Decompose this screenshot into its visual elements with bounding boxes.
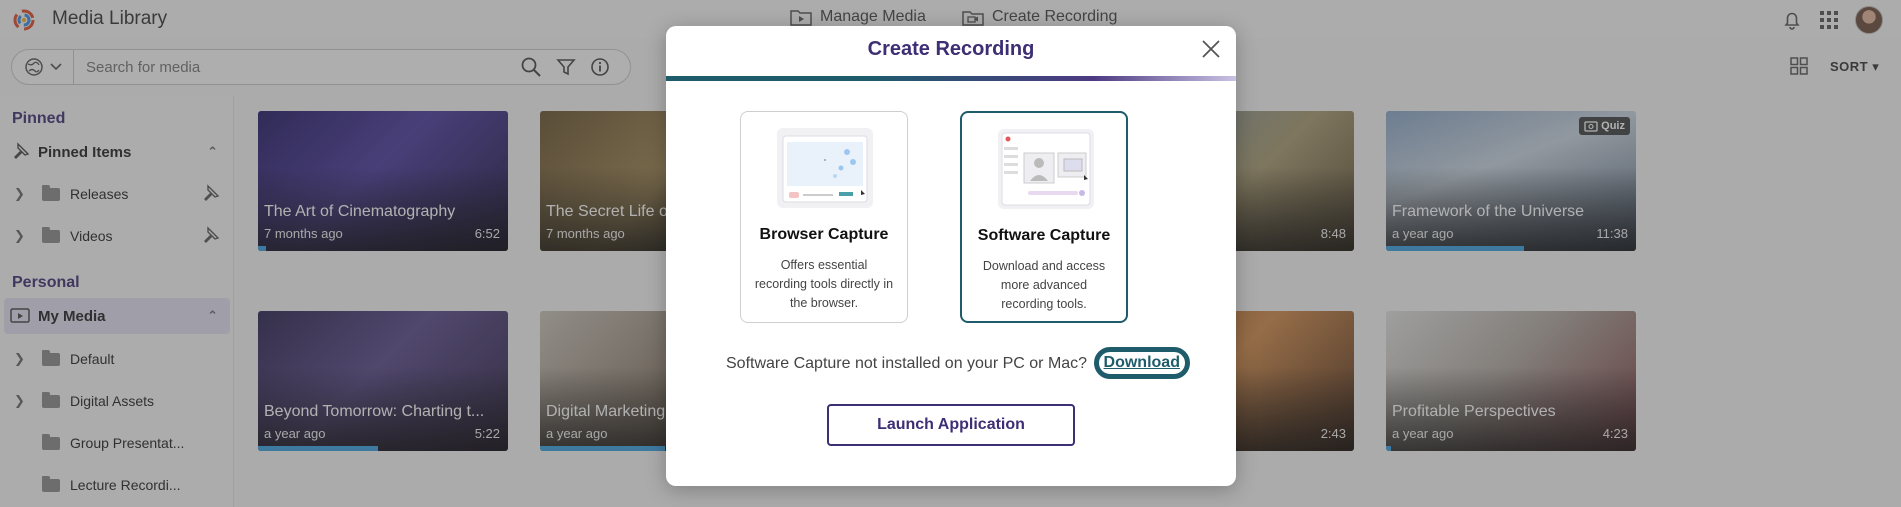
dialog-title: Create Recording: [867, 38, 1035, 60]
software-not-installed-notice: Software Capture not installed on your P…: [726, 347, 1190, 380]
notice-text: Software Capture not installed on your P…: [726, 355, 1088, 372]
download-link[interactable]: Download: [1093, 347, 1190, 379]
browser-capture-option[interactable]: Browser Capture Offers essential recordi…: [740, 111, 908, 323]
option-title: Software Capture: [977, 227, 1111, 244]
dialog-header-rule: [666, 76, 1236, 81]
option-title: Browser Capture: [759, 226, 889, 243]
close-icon[interactable]: [1200, 38, 1222, 60]
browser-capture-illustration: [777, 128, 873, 208]
software-capture-option[interactable]: Software Capture Download and access mor…: [960, 111, 1128, 323]
option-description: Offers essential recording tools directl…: [754, 258, 894, 310]
option-description: Download and access more advanced record…: [982, 259, 1106, 311]
software-capture-illustration: [998, 129, 1094, 209]
create-recording-dialog: Create Recording Browser Capture Offers …: [666, 26, 1236, 486]
launch-application-button[interactable]: Launch Application: [827, 404, 1075, 446]
